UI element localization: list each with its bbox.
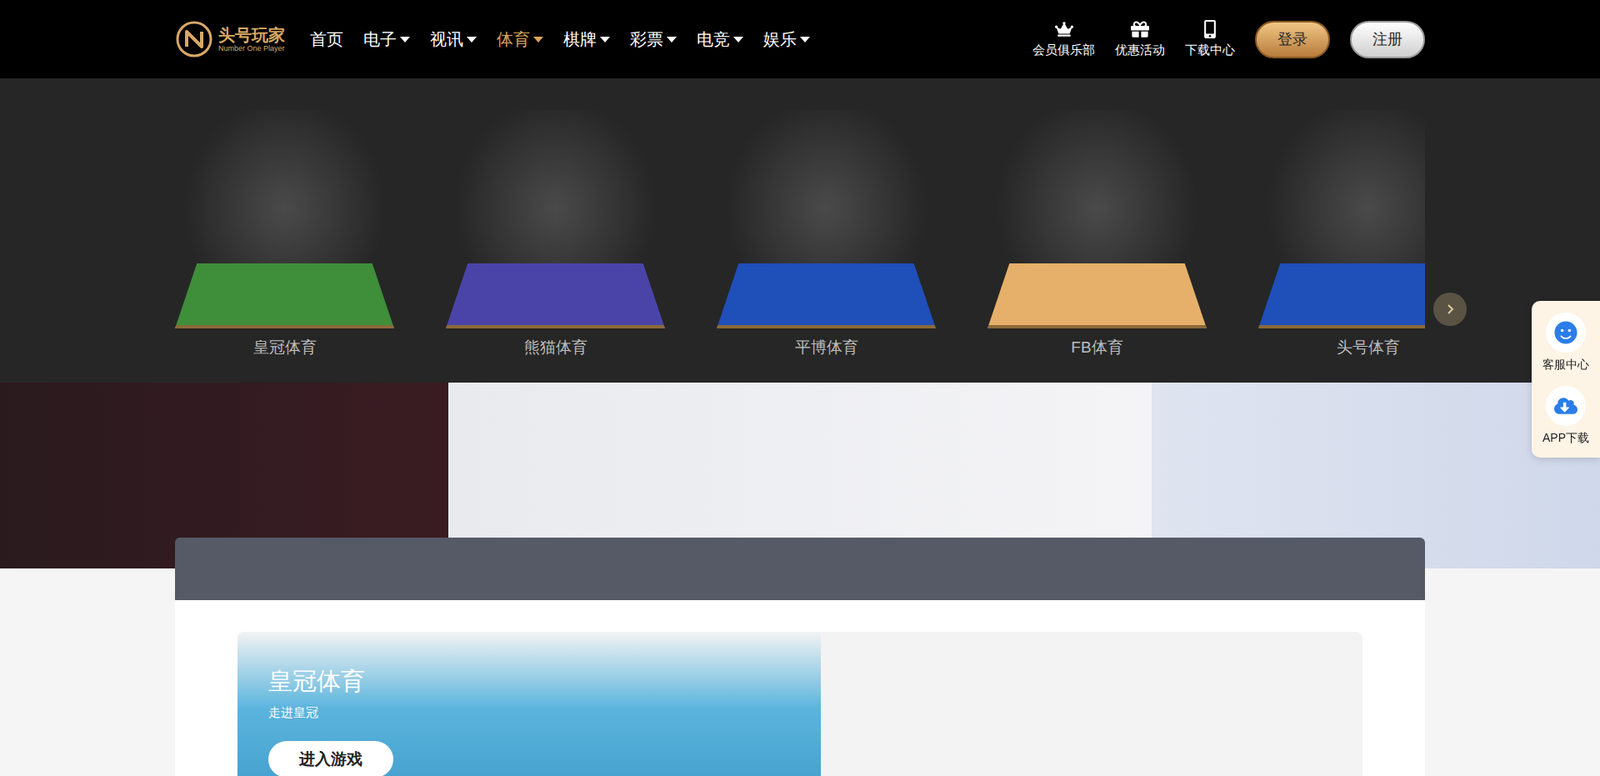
court: [175, 263, 395, 329]
sport-card[interactable]: 皇冠体育: [175, 110, 395, 359]
sport-label: 熊猫体育: [524, 336, 588, 359]
main-nav: 首页电子视讯体育棋牌彩票电竞娱乐: [310, 28, 810, 51]
logo-subtitle: Number One Player: [218, 44, 285, 53]
caret-icon: [400, 36, 410, 43]
game-subtitle: 走进皇冠: [268, 705, 319, 721]
caret-icon: [466, 36, 477, 43]
caret-icon: [600, 36, 610, 43]
enter-button[interactable]: 进入游戏: [268, 740, 394, 776]
sport-card[interactable]: 头号体育: [1258, 110, 1425, 359]
caret-icon: [733, 36, 744, 43]
caret-icon: [666, 36, 677, 43]
quick-link[interactable]: 优惠活动: [1115, 20, 1165, 59]
sport-card[interactable]: FB体育: [987, 110, 1207, 359]
nav-item[interactable]: 视讯: [430, 28, 477, 51]
sport-image: [445, 110, 665, 329]
chevron-right-icon: [1444, 303, 1456, 315]
nav-item[interactable]: 首页: [310, 28, 344, 51]
quick-link[interactable]: 下载中心: [1185, 20, 1235, 59]
court: [445, 263, 665, 329]
cloud-download-icon: [1554, 394, 1578, 418]
sport-image: [987, 110, 1207, 329]
crown-icon: [1055, 20, 1074, 39]
gift-icon: [1130, 20, 1150, 39]
logo[interactable]: 头号玩家Number One Player: [175, 20, 300, 59]
game-title: 皇冠体育: [268, 665, 365, 699]
nav-item[interactable]: 电竞: [696, 28, 744, 51]
nav-item[interactable]: 体育: [496, 28, 544, 51]
nav-item[interactable]: 棋牌: [563, 28, 610, 51]
next-button[interactable]: [1433, 292, 1467, 326]
side-widget: 客服中心 APP下载: [1531, 300, 1600, 458]
logo-icon: [175, 20, 214, 59]
sport-card[interactable]: 平博体育: [716, 110, 936, 359]
logo-title: 头号玩家: [218, 25, 285, 45]
game-art: 皇冠体育走进皇冠进入游戏: [237, 631, 821, 776]
court: [987, 263, 1207, 329]
header: 头号玩家Number One Player 首页电子视讯体育棋牌彩票电竞娱乐 会员俱…: [0, 0, 1600, 79]
sport-card[interactable]: 熊猫体育: [445, 110, 665, 359]
side-item[interactable]: APP下载: [1542, 385, 1590, 446]
register-button[interactable]: 注册: [1350, 20, 1425, 59]
section-bar: [175, 537, 1425, 600]
game-box: 皇冠体育走进皇冠进入游戏: [237, 631, 1363, 776]
sport-label: 皇冠体育: [253, 336, 317, 359]
court: [1258, 263, 1425, 329]
caret-icon: [533, 36, 544, 43]
main-section: 皇冠体育走进皇冠进入游戏: [175, 537, 1425, 776]
nav-item[interactable]: 电子: [363, 28, 410, 51]
phone-icon: [1200, 20, 1220, 39]
sport-label: FB体育: [1070, 336, 1123, 359]
nav-item[interactable]: 彩票: [630, 28, 677, 51]
sport-image: [1258, 110, 1425, 329]
sport-image: [716, 110, 936, 329]
sport-label: 平博体育: [795, 336, 859, 359]
login-button[interactable]: 登录: [1255, 20, 1330, 59]
sport-image: [175, 110, 395, 329]
side-item[interactable]: 客服中心: [1542, 312, 1590, 373]
service-icon: [1554, 320, 1578, 345]
quick-link[interactable]: 会员俱乐部: [1032, 20, 1095, 59]
sport-label: 头号体育: [1336, 336, 1400, 359]
caret-icon: [800, 36, 810, 43]
nav-item[interactable]: 娱乐: [763, 28, 810, 51]
sports-menu: 皇冠体育 熊猫体育 平博体育 FB体育 头号体育: [0, 78, 1600, 383]
court: [716, 263, 936, 329]
